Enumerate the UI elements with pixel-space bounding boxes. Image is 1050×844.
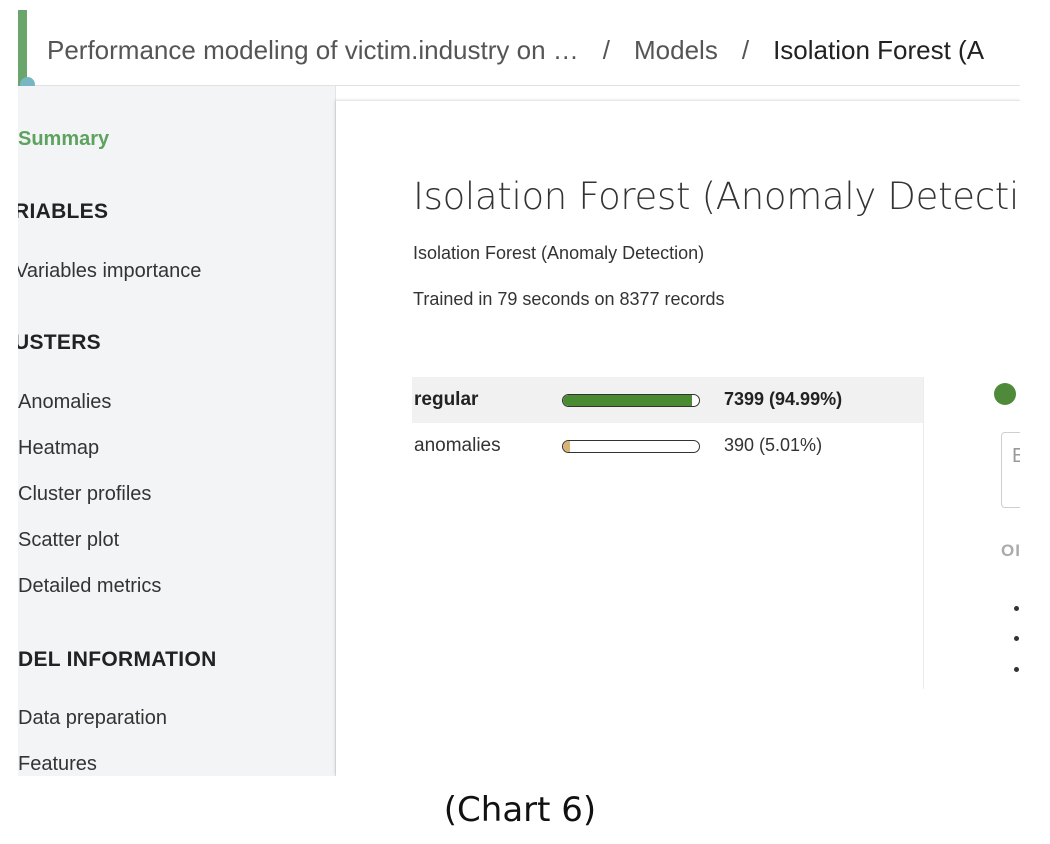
sidebar-item-scatter-plot[interactable]: Scatter plot: [18, 529, 119, 552]
sidebar-item-heatmap[interactable]: Heatmap: [18, 437, 99, 460]
cluster-count: 390 (5.01%): [724, 435, 823, 455]
cluster-size-bar: [562, 394, 700, 407]
breadcrumb-models[interactable]: Models: [634, 35, 718, 66]
clusters-table: regular 7399 (94.99%) anomalies 390 (5.0…: [412, 377, 924, 689]
bullet-icon: [1014, 606, 1019, 611]
sidebar-item-variables-importance[interactable]: Variables importance: [18, 260, 201, 283]
right-panel-input-text: E: [1012, 445, 1020, 467]
breadcrumb-separator: /: [602, 34, 611, 65]
bullet-icon: [1014, 636, 1019, 641]
cluster-size-bar: [562, 440, 700, 453]
breadcrumb: Performance modeling of victim.industry …: [47, 32, 984, 68]
figure-caption: (Chart 6): [443, 790, 597, 830]
breadcrumb-separator: /: [741, 34, 750, 65]
training-info: Trained in 79 seconds on 8377 records: [413, 289, 725, 309]
header: Performance modeling of victim.industry …: [18, 10, 1020, 92]
right-panel-input[interactable]: E: [1001, 432, 1020, 508]
sidebar-heading-variables: RIABLES: [18, 200, 109, 223]
status-dot: [994, 383, 1016, 405]
sidebar-item-data-preparation[interactable]: Data preparation: [18, 707, 167, 730]
cluster-size-bar-fill: [563, 395, 693, 406]
cluster-name: anomalies: [414, 435, 501, 456]
model-subtitle: Isolation Forest (Anomaly Detection): [413, 243, 705, 263]
breadcrumb-current: Isolation Forest (A: [773, 34, 985, 65]
bullet-icon: [1014, 667, 1019, 672]
accent-bar: [18, 10, 27, 86]
sidebar-item-features[interactable]: Features: [18, 753, 97, 776]
cluster-size-bar-fill: [563, 441, 570, 452]
cluster-count: 7399 (94.99%): [724, 389, 843, 409]
sidebar-item-detailed-metrics[interactable]: Detailed metrics: [18, 575, 161, 598]
cluster-row-anomalies[interactable]: anomalies 390 (5.01%): [412, 423, 923, 469]
page-title: Isolation Forest (Anomaly Detection): [413, 175, 1020, 218]
sidebar-item-cluster-profiles[interactable]: Cluster profiles: [18, 483, 151, 506]
right-panel-heading: OI: [1001, 541, 1020, 560]
sidebar: Summary RIABLES Variables importance UST…: [18, 86, 336, 776]
cluster-row-regular[interactable]: regular 7399 (94.99%): [412, 377, 923, 423]
cluster-name: regular: [414, 389, 479, 410]
sidebar-item-anomalies[interactable]: Anomalies: [18, 391, 111, 414]
breadcrumb-project[interactable]: Performance modeling of victim.industry …: [47, 35, 579, 66]
sidebar-item-summary[interactable]: Summary: [18, 128, 109, 151]
sidebar-heading-clusters: USTERS: [18, 331, 101, 354]
sidebar-heading-model-information: DEL INFORMATION: [18, 648, 217, 671]
app-window: Performance modeling of victim.industry …: [18, 10, 1020, 776]
main-panel: Isolation Forest (Anomaly Detection) Iso…: [336, 100, 1020, 776]
